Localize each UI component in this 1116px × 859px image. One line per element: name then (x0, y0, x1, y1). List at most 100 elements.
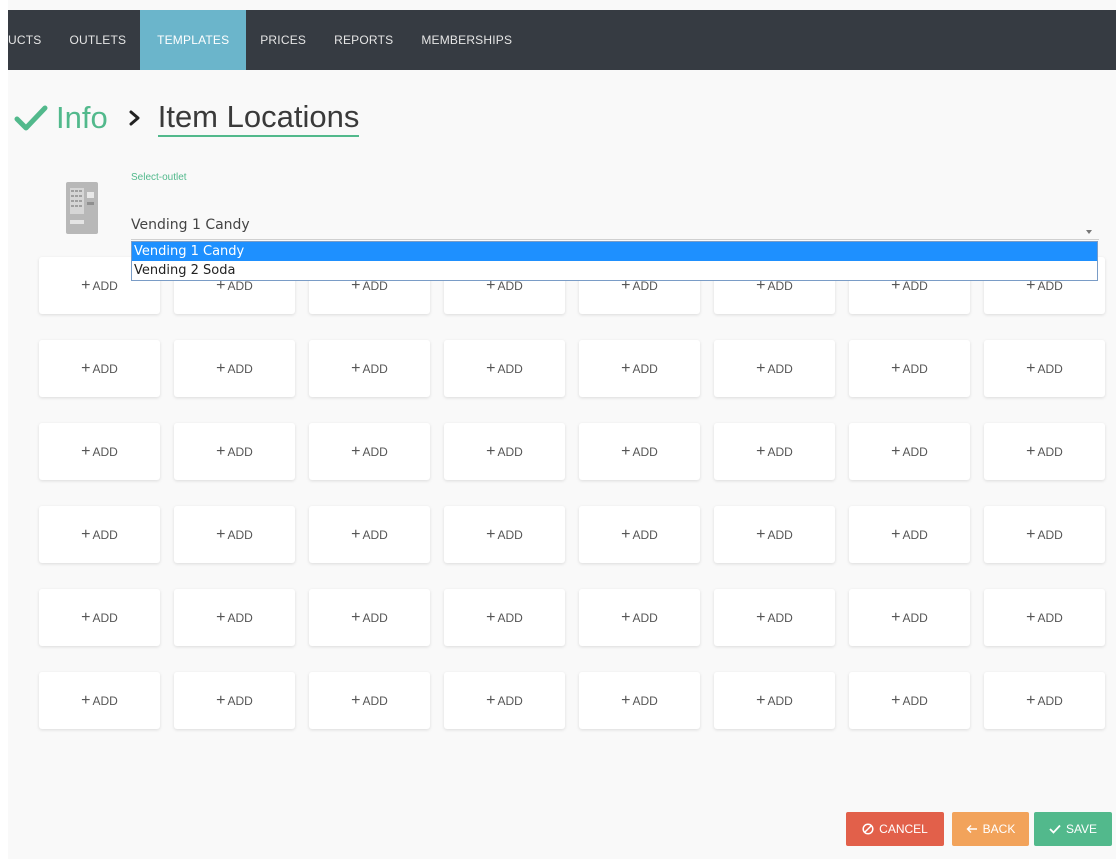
add-slot-label: ADD (227, 444, 253, 459)
add-slot-label: ADD (902, 444, 928, 459)
plus-icon: + (81, 359, 91, 377)
plus-icon: + (891, 525, 901, 543)
add-item-slot[interactable]: + ADD (714, 506, 835, 563)
add-item-slot[interactable]: + ADD (714, 423, 835, 480)
add-item-slot[interactable]: + ADD (579, 340, 700, 397)
add-item-slot[interactable]: + ADD (714, 340, 835, 397)
plus-icon: + (891, 442, 901, 460)
add-slot-label: ADD (902, 527, 928, 542)
plus-icon: + (1026, 608, 1036, 626)
add-item-slot[interactable]: + ADD (444, 589, 565, 646)
add-slot-label: ADD (902, 610, 928, 625)
add-slot-label: ADD (362, 693, 388, 708)
add-slot-label: ADD (92, 361, 118, 376)
add-slot-label: ADD (497, 361, 523, 376)
nav-products[interactable]: UCTS (8, 10, 55, 70)
add-item-slot[interactable]: + ADD (579, 423, 700, 480)
add-item-slot[interactable]: + ADD (444, 423, 565, 480)
add-item-slot[interactable]: + ADD (579, 589, 700, 646)
add-slot-label: ADD (227, 361, 253, 376)
add-item-slot[interactable]: + ADD (309, 672, 430, 729)
add-item-slot[interactable]: + ADD (984, 589, 1105, 646)
plus-icon: + (216, 525, 226, 543)
add-slot-label: ADD (767, 444, 793, 459)
add-item-slot[interactable]: + ADD (579, 672, 700, 729)
plus-icon: + (351, 359, 361, 377)
plus-icon: + (621, 442, 631, 460)
add-slot-label: ADD (92, 610, 118, 625)
add-item-slot[interactable]: + ADD (39, 589, 160, 646)
add-item-slot[interactable]: + ADD (984, 423, 1105, 480)
breadcrumb: Info Item Locations (14, 98, 360, 138)
plus-icon: + (486, 691, 496, 709)
add-item-slot[interactable]: + ADD (174, 672, 295, 729)
outlet-option[interactable]: Vending 1 Candy (132, 242, 1097, 261)
add-item-slot[interactable]: + ADD (174, 589, 295, 646)
add-item-slot[interactable]: + ADD (39, 672, 160, 729)
add-item-slot[interactable]: + ADD (984, 506, 1105, 563)
add-slot-label: ADD (1037, 693, 1063, 708)
breadcrumb-step-info[interactable]: Info (56, 100, 108, 136)
plus-icon: + (351, 691, 361, 709)
add-item-slot[interactable]: + ADD (39, 423, 160, 480)
add-slot-label: ADD (92, 278, 118, 293)
add-item-slot[interactable]: + ADD (849, 506, 970, 563)
add-item-slot[interactable]: + ADD (849, 672, 970, 729)
add-slot-label: ADD (902, 361, 928, 376)
nav-reports[interactable]: REPORTS (320, 10, 407, 70)
add-item-slot[interactable]: + ADD (174, 423, 295, 480)
add-item-slot[interactable]: + ADD (579, 506, 700, 563)
plus-icon: + (81, 442, 91, 460)
add-slot-label: ADD (92, 693, 118, 708)
outlet-option[interactable]: Vending 2 Soda (132, 261, 1097, 280)
plus-icon: + (621, 525, 631, 543)
plus-icon: + (1026, 359, 1036, 377)
plus-icon: + (1026, 442, 1036, 460)
add-item-slot[interactable]: + ADD (714, 589, 835, 646)
add-item-slot[interactable]: + ADD (39, 506, 160, 563)
chevron-right-icon (128, 108, 142, 128)
add-item-slot[interactable]: + ADD (714, 672, 835, 729)
nav-outlets[interactable]: OUTLETS (55, 10, 140, 70)
nav-templates[interactable]: TEMPLATES (140, 10, 247, 70)
add-slot-label: ADD (1037, 444, 1063, 459)
add-item-slot[interactable]: + ADD (984, 672, 1105, 729)
add-item-slot[interactable]: + ADD (849, 340, 970, 397)
back-button[interactable]: BACK (952, 812, 1029, 846)
plus-icon: + (486, 525, 496, 543)
outlet-select[interactable]: Vending 1 Candy (131, 210, 1099, 240)
slot-row: + ADD + ADD + ADD + ADD + ADD + ADD + ADD + ADD (39, 340, 1116, 397)
arrow-left-icon (966, 824, 978, 834)
add-item-slot[interactable]: + ADD (849, 589, 970, 646)
plus-icon: + (1026, 525, 1036, 543)
add-item-slot[interactable]: + ADD (39, 340, 160, 397)
plus-icon: + (216, 691, 226, 709)
plus-icon: + (216, 442, 226, 460)
add-item-slot[interactable]: + ADD (984, 340, 1105, 397)
nav-memberships[interactable]: MEMBERSHIPS (407, 10, 526, 70)
add-item-slot[interactable]: + ADD (444, 340, 565, 397)
add-slot-label: ADD (632, 610, 658, 625)
add-item-slot[interactable]: + ADD (849, 423, 970, 480)
add-item-slot[interactable]: + ADD (309, 340, 430, 397)
add-slot-label: ADD (632, 444, 658, 459)
cancel-button[interactable]: CANCEL (846, 812, 944, 846)
slot-row: + ADD + ADD + ADD + ADD + ADD + ADD + ADD + ADD (39, 506, 1116, 563)
add-item-slot[interactable]: + ADD (444, 672, 565, 729)
plus-icon: + (81, 525, 91, 543)
add-slot-label: ADD (92, 527, 118, 542)
add-slot-label: ADD (1037, 610, 1063, 625)
add-item-slot[interactable]: + ADD (309, 589, 430, 646)
add-item-slot[interactable]: + ADD (174, 340, 295, 397)
nav-prices[interactable]: PRICES (246, 10, 320, 70)
add-slot-label: ADD (497, 444, 523, 459)
plus-icon: + (891, 359, 901, 377)
add-slot-label: ADD (767, 693, 793, 708)
add-item-slot[interactable]: + ADD (309, 506, 430, 563)
add-item-slot[interactable]: + ADD (309, 423, 430, 480)
save-button[interactable]: SAVE (1034, 812, 1112, 846)
add-item-slot[interactable]: + ADD (444, 506, 565, 563)
plus-icon: + (81, 691, 91, 709)
add-item-slot[interactable]: + ADD (174, 506, 295, 563)
cancel-label: CANCEL (879, 822, 928, 836)
